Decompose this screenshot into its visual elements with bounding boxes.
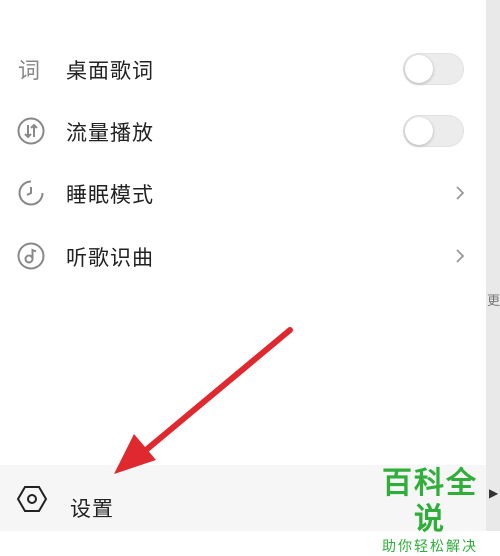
menu-item-label: 流量播放 [66, 121, 154, 145]
menu-row-data-play[interactable]: 流量播放 [0, 100, 486, 162]
svg-text:词: 词 [18, 59, 40, 84]
menu-row-song-recognition[interactable]: 听歌识曲 [0, 225, 486, 287]
watermark-logo: 百科全说 助你轻松解决 [368, 466, 492, 556]
data-play-icon [16, 116, 46, 146]
watermark-subtitle: 助你轻松解决 [368, 538, 492, 556]
menu-item-label: 睡眠模式 [66, 183, 154, 207]
side-drawer: 词 桌面歌词 流量播放 睡眠模式 听歌识曲 设置 [0, 0, 486, 531]
desktop-lyrics-toggle[interactable] [403, 53, 464, 85]
background-text-fragment: 更 [487, 294, 500, 309]
menu-row-sleep-mode[interactable]: 睡眠模式 [0, 162, 486, 224]
watermark-title: 百科全说 [382, 466, 478, 537]
toggle-knob [405, 117, 433, 145]
settings-label[interactable]: 设置 [70, 493, 114, 523]
background-page-edge [486, 0, 500, 531]
hexagon-settings-icon[interactable] [16, 483, 48, 515]
lyrics-icon: 词 [16, 54, 46, 84]
music-recognize-icon [16, 241, 46, 271]
menu-item-label: 桌面歌词 [66, 59, 154, 83]
data-play-toggle[interactable] [403, 115, 464, 147]
toggle-knob [405, 55, 433, 83]
menu-row-desktop-lyrics[interactable]: 词 桌面歌词 [0, 38, 486, 100]
chevron-right-icon [452, 245, 470, 267]
clock-icon [16, 178, 46, 208]
menu-item-label: 听歌识曲 [66, 246, 154, 270]
chevron-right-icon [452, 182, 470, 204]
